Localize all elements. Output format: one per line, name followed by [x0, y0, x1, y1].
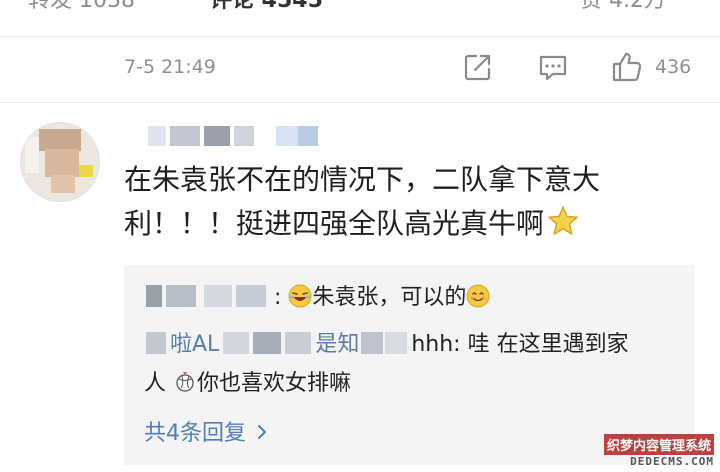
chevron-right-icon — [256, 421, 268, 446]
avatar[interactable] — [20, 122, 100, 202]
watermark-cn: 织梦内容管理系统 — [603, 434, 714, 455]
reply-username-fragment[interactable]: hhh: — [411, 332, 460, 357]
avatar-mosaic — [45, 149, 79, 177]
reply-text-continuation: 人 你也喜欢女排嘛 — [144, 367, 351, 401]
comment-icon[interactable] — [536, 50, 570, 84]
reply-username-redacted[interactable] — [359, 332, 411, 354]
tab-repost[interactable]: 转发 1038 — [28, 0, 135, 14]
view-more-replies-link[interactable]: 共4条回复 — [144, 415, 268, 447]
comment-line: 在朱袁张不在的情况下，二队拿下意大 — [124, 163, 601, 196]
thumbs-up-icon[interactable] — [610, 50, 644, 84]
laughing-emoji-icon — [288, 284, 312, 308]
share-icon[interactable] — [461, 50, 495, 84]
reply-item: 啦AL 是知 hhh: 哇 在这里遇到家 — [144, 328, 629, 362]
star-emoji-icon — [546, 204, 580, 238]
comment-line: 利！！！挺进四强全队高光真牛啊 — [124, 202, 684, 246]
divider — [0, 102, 720, 103]
watermark: 织梦内容管理系统 DEDECMS.COM — [590, 434, 714, 468]
volleyball-emoji-icon — [173, 370, 197, 394]
tab-bar: 转发 1038 评论 4545 赞 4.2万 — [0, 0, 720, 14]
reply-username-redacted[interactable] — [219, 332, 315, 354]
reply-username-redacted[interactable] — [144, 332, 170, 354]
like-count: 436 — [655, 56, 692, 78]
smile-emoji-icon — [466, 284, 490, 308]
watermark-en: DEDECMS.COM — [630, 455, 714, 468]
username-redacted[interactable] — [148, 126, 328, 148]
more-replies-label: 共4条回复 — [144, 421, 246, 446]
reply-colon: : — [274, 285, 282, 310]
previous-comment-footer: 7-5 21:49 436 — [0, 42, 720, 94]
reply-text: 你也喜欢女排嘛 — [197, 371, 352, 396]
tab-comment[interactable]: 评论 4545 — [210, 0, 323, 14]
avatar-mosaic — [51, 175, 75, 193]
avatar-mosaic — [25, 137, 39, 173]
reply-username-fragment[interactable]: 啦AL — [170, 332, 219, 357]
tab-like[interactable]: 赞 4.2万 — [580, 0, 666, 14]
comment-line-text: 利！！！挺进四强全队高光真牛啊 — [124, 207, 545, 240]
reply-text: 哇 在这里遇到家 — [467, 332, 629, 357]
reply-text: 朱袁张，可以的 — [312, 285, 467, 310]
avatar-mosaic — [79, 165, 93, 177]
divider — [0, 36, 720, 37]
comment-timestamp: 7-5 21:49 — [124, 56, 216, 78]
reply-username-fragment[interactable]: 是知 — [315, 332, 359, 357]
reply-item: : 朱袁张，可以的 — [144, 281, 490, 315]
reply-username-redacted[interactable] — [144, 285, 274, 307]
reply-text: 人 — [144, 371, 167, 396]
avatar-mosaic — [39, 129, 81, 151]
comment-text: 在朱袁张不在的情况下，二队拿下意大 利！！！挺进四强全队高光真牛啊 — [124, 158, 684, 246]
